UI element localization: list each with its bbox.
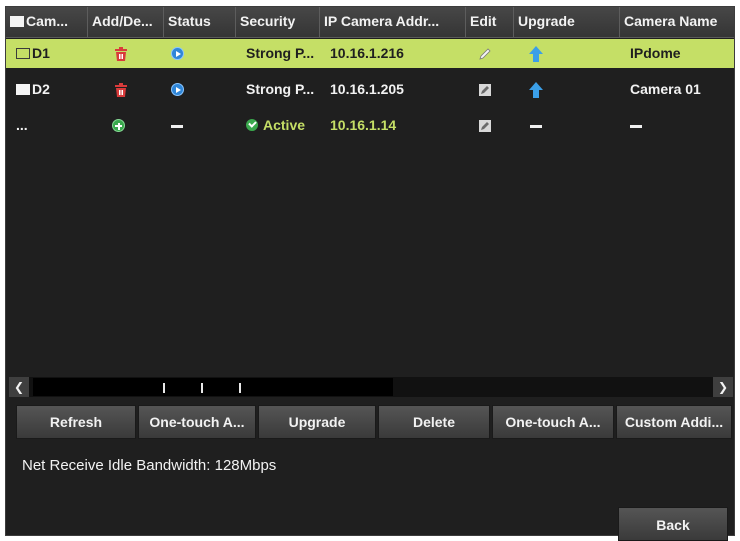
active-check-icon <box>246 119 258 131</box>
camera-cell: ... <box>16 117 28 133</box>
add-icon[interactable] <box>112 119 125 132</box>
ip-address-cell: 10.16.1.14 <box>330 117 397 133</box>
upgrade-dash <box>530 125 542 128</box>
status-dash <box>171 125 183 128</box>
edit-icon[interactable] <box>478 47 492 61</box>
table-header: Cam... Add/De... Status Security IP Came… <box>6 7 734 38</box>
security-cell: Active <box>242 111 326 140</box>
camera-cell: D2 <box>12 75 88 104</box>
scroll-left-arrow-icon[interactable]: ❮ <box>9 377 29 397</box>
ip-camera-management-panel: Cam... Add/De... Status Security IP Came… <box>5 6 735 541</box>
scroll-right-arrow-icon[interactable]: ❯ <box>713 377 733 397</box>
select-all-checkbox[interactable] <box>10 16 24 27</box>
camera-cell: D1 <box>12 39 88 68</box>
play-icon[interactable] <box>171 47 184 60</box>
row-checkbox[interactable] <box>16 84 30 95</box>
security-cell: Strong P... <box>246 81 315 97</box>
one-touch-adding-button[interactable]: One-touch A... <box>492 405 614 439</box>
header-security[interactable]: Security <box>236 7 320 37</box>
security-cell: Strong P... <box>246 45 315 61</box>
upgrade-button[interactable]: Upgrade <box>258 405 376 439</box>
horizontal-scrollbar[interactable]: ❮ ❯ <box>9 377 733 397</box>
ip-address-cell: 10.16.1.216 <box>330 45 404 61</box>
scrollbar-thumb[interactable] <box>33 378 393 396</box>
header-upgrade[interactable]: Upgrade <box>514 7 620 37</box>
camera-name-cell: Camera 01 <box>630 81 701 97</box>
trash-icon[interactable] <box>112 45 130 63</box>
header-ip-address[interactable]: IP Camera Addr... <box>320 7 466 37</box>
play-icon[interactable] <box>171 83 184 96</box>
row-checkbox[interactable] <box>16 48 30 59</box>
table-row[interactable]: D2 Strong P... 10.16.1.205 Camera 01 <box>6 75 734 104</box>
header-camera[interactable]: Cam... <box>6 7 88 37</box>
ip-address-cell: 10.16.1.205 <box>330 81 404 97</box>
camera-name-cell: IPdome <box>630 45 681 61</box>
header-edit[interactable]: Edit <box>466 7 514 37</box>
upgrade-arrow-icon[interactable] <box>527 81 545 99</box>
upgrade-arrow-icon[interactable] <box>527 45 545 63</box>
edit-icon[interactable] <box>478 119 492 133</box>
header-camera-name[interactable]: Camera Name <box>620 7 734 37</box>
delete-button[interactable]: Delete <box>378 405 490 439</box>
header-add-delete[interactable]: Add/De... <box>88 7 164 37</box>
custom-adding-button[interactable]: Custom Addi... <box>616 405 732 439</box>
table-row[interactable]: D1 Strong P... 10.16.1.216 IPdome <box>6 39 734 68</box>
table-row[interactable]: ... Active 10.16.1.14 <box>6 111 734 140</box>
edit-icon[interactable] <box>478 83 492 97</box>
bandwidth-status: Net Receive Idle Bandwidth: 128Mbps <box>22 457 277 474</box>
trash-icon[interactable] <box>112 81 130 99</box>
camera-name-dash <box>630 125 642 128</box>
back-button[interactable]: Back <box>618 507 728 541</box>
header-status[interactable]: Status <box>164 7 236 37</box>
refresh-button[interactable]: Refresh <box>16 405 136 439</box>
one-touch-activate-button[interactable]: One-touch A... <box>138 405 256 439</box>
